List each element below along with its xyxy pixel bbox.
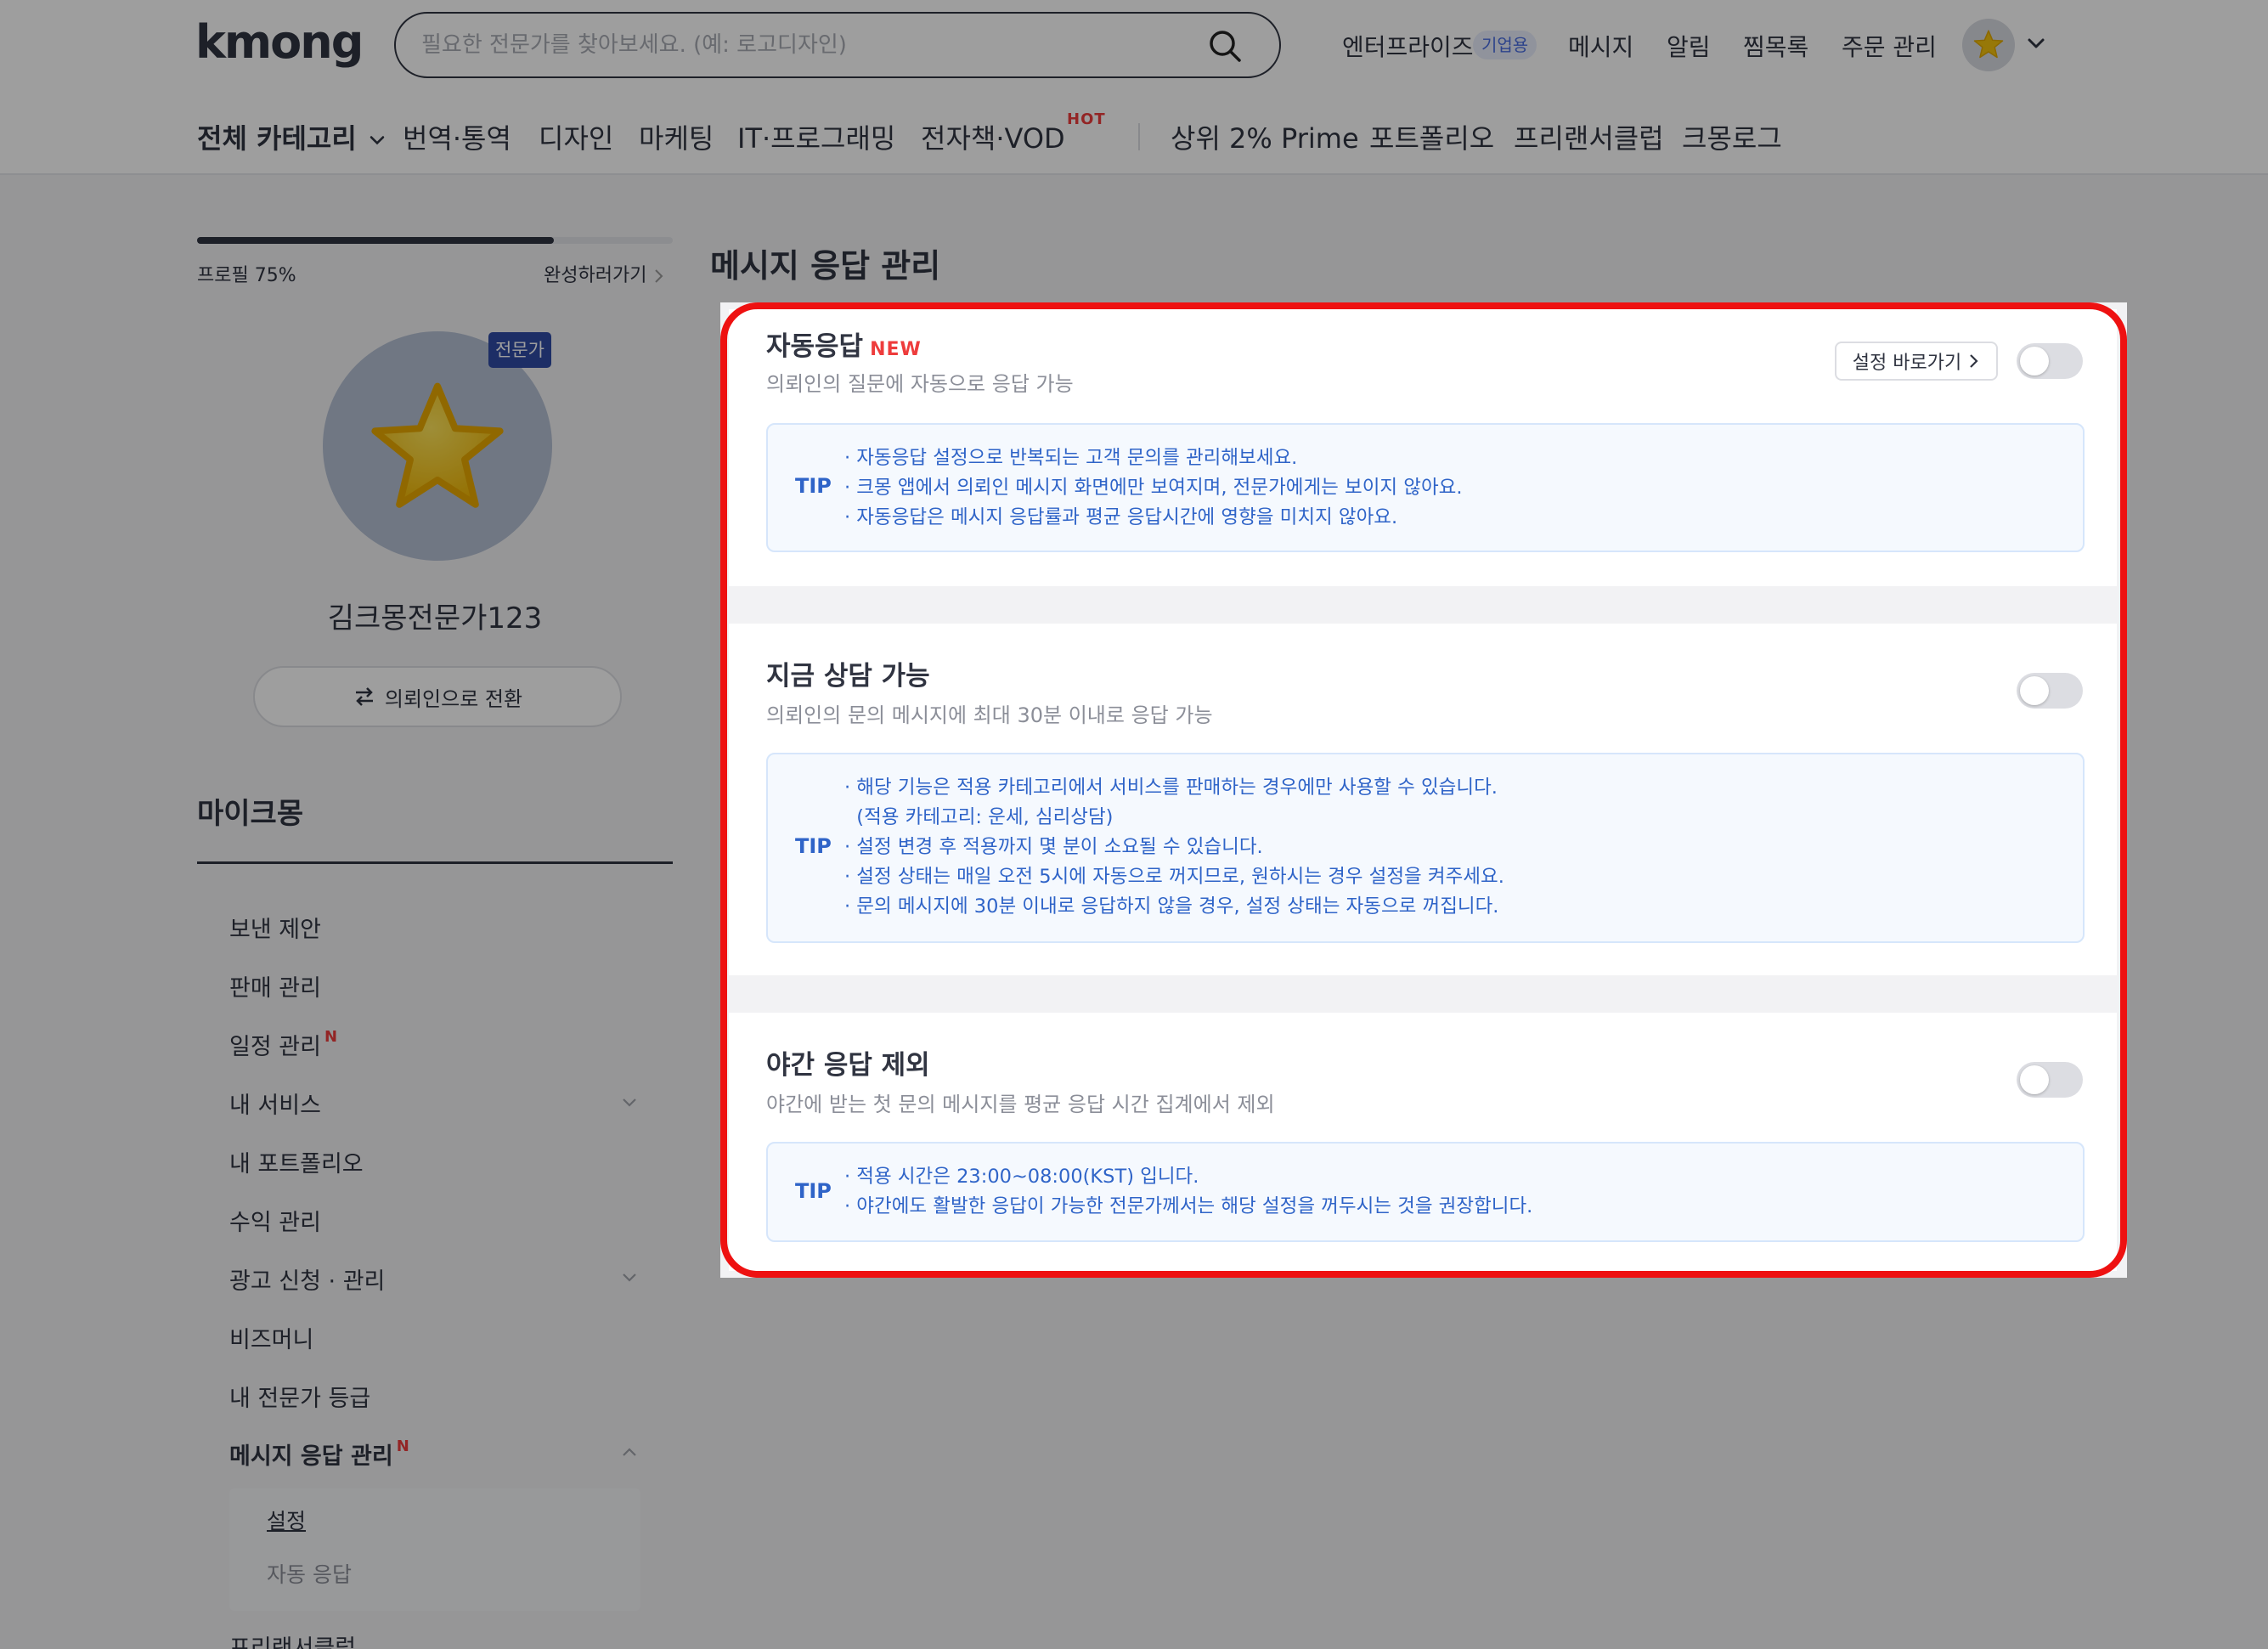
settings-shortcut-label: 설정 바로가기 <box>1852 353 1962 374</box>
hot-badge: HOT <box>1067 110 1106 128</box>
tip-line: · 설정 상태는 매일 오전 5시에 자동으로 꺼지므로, 원하시는 경우 설정… <box>844 866 1504 888</box>
enterprise-badge: 기업용 <box>1473 31 1537 59</box>
tip-line: · 자동응답 설정으로 반복되는 고객 문의를 관리해보세요. <box>844 447 1298 469</box>
menu-message[interactable]: 메시지 <box>1568 29 1633 63</box>
tip-line: (적용 카테고리: 운세, 심리상담) <box>844 806 1114 828</box>
tip-line: · 자동응답은 메시지 응답률과 평균 응답시간에 영향을 미치지 않아요. <box>844 506 1398 528</box>
tip-line: · 해당 기능은 적용 카테고리에서 서비스를 판매하는 경우에만 사용할 수 … <box>844 776 1498 799</box>
tip-lines: · 자동응답 설정으로 반복되는 고객 문의를 관리해보세요. · 크몽 앱에서… <box>844 443 1463 533</box>
complete-profile-link[interactable]: 완성하러가기 <box>544 260 666 287</box>
nav-kmong-log[interactable]: 크몽로그 <box>1682 117 1782 156</box>
section-description: 의뢰인의 질문에 자동으로 응답 가능 <box>766 372 1074 396</box>
sidebar-item-sent-proposals[interactable]: 보낸 제안 <box>229 911 321 944</box>
tip-line: · 야간에도 활발한 응답이 가능한 전문가께서는 해당 설정을 꺼두시는 것을… <box>844 1195 1533 1217</box>
sidebar-item-freelancer-club[interactable]: 프리랜서클럽 <box>229 1629 356 1649</box>
section-description: 야간에 받는 첫 문의 메시지를 평균 응답 시간 집계에서 제외 <box>766 1093 1275 1116</box>
sidebar-item-ads[interactable]: 광고 신청 · 관리 <box>229 1262 385 1296</box>
toggle-knob <box>2020 676 2049 705</box>
search-icon[interactable] <box>1206 27 1244 65</box>
sidebar-item-message-management[interactable]: 메시지 응답 관리 N <box>229 1437 409 1471</box>
switch-label: 의뢰인으로 전환 <box>384 686 523 711</box>
sidebar-subitem-settings[interactable]: 설정 <box>267 1505 306 1535</box>
available-now-section: 지금 상담 가능 의뢰인의 문의 메시지에 최대 30분 이내로 응답 가능 T… <box>729 624 2117 975</box>
sidebar-item-grade[interactable]: 내 전문가 등급 <box>229 1380 370 1413</box>
switch-to-client-button[interactable]: 의뢰인으로 전환 <box>253 666 622 727</box>
sidebar-item-services[interactable]: 내 서비스 <box>229 1087 321 1120</box>
section-title: 지금 상담 가능 <box>766 661 930 692</box>
nav-prime[interactable]: 상위 2% Prime <box>1171 117 1359 156</box>
my-kmong-title: 마이크몽 <box>197 797 304 831</box>
sidebar-item-revenue[interactable]: 수익 관리 <box>229 1204 321 1237</box>
menu-orders[interactable]: 주문 관리 <box>1842 29 1937 63</box>
tip-label: TIP <box>795 1179 832 1203</box>
sidebar-item-sales[interactable]: 판매 관리 <box>229 969 321 1002</box>
menu-alarm[interactable]: 알림 <box>1667 29 1711 63</box>
expert-badge: 전문가 <box>488 332 551 368</box>
section-title: 야간 응답 제외 <box>766 1050 930 1081</box>
search-input[interactable] <box>421 27 1186 63</box>
tip-lines: · 해당 기능은 적용 카테고리에서 서비스를 판매하는 경우에만 사용할 수 … <box>844 773 1504 922</box>
night-exclusion-section: 야간 응답 제외 야간에 받는 첫 문의 메시지를 평균 응답 시간 집계에서 … <box>729 1013 2117 1271</box>
star-avatar-icon <box>1973 30 2004 59</box>
sidebar-item-bizmoney[interactable]: 비즈머니 <box>229 1321 313 1354</box>
tip-line: · 크몽 앱에서 의뢰인 메시지 화면에만 보여지며, 전문가에게는 보이지 않… <box>844 477 1463 499</box>
new-dot-badge: N <box>396 1437 409 1455</box>
chevron-right-icon <box>655 269 663 283</box>
tip-box: TIP · 자동응답 설정으로 반복되는 고객 문의를 관리해보세요. · 크몽… <box>766 423 2085 552</box>
swap-icon <box>355 687 373 706</box>
chevron-down-icon <box>370 136 385 145</box>
page-title: 메시지 응답 관리 <box>710 247 941 285</box>
nav-marketing[interactable]: 마케팅 <box>639 117 714 156</box>
tip-label: TIP <box>795 834 832 858</box>
chevron-up-icon[interactable] <box>618 1442 640 1464</box>
section-title: 자동응답 NEW <box>766 331 922 362</box>
nav-all-categories[interactable]: 전체 카테고리 <box>197 117 388 156</box>
nav-ebook[interactable]: 전자책·VOD <box>921 117 1065 156</box>
nav-divider <box>1138 123 1140 150</box>
tip-line: · 문의 메시지에 30분 이내로 응답하지 않을 경우, 설정 상태는 자동으… <box>844 895 1499 918</box>
menu-wishlist[interactable]: 찜목록 <box>1743 29 1808 63</box>
chevron-right-icon <box>1970 354 1978 368</box>
search-bar[interactable] <box>394 12 1281 78</box>
sidebar-divider <box>197 861 673 864</box>
section-description: 의뢰인의 문의 메시지에 최대 30분 이내로 응답 가능 <box>766 703 1213 727</box>
toggle-knob <box>2020 1065 2049 1094</box>
header: kmong 엔터프라이즈 기업용 메시지 알림 찜목록 주문 관리 전체 카테고… <box>0 0 2268 175</box>
sidebar-item-schedule[interactable]: 일정 관리 N <box>229 1028 337 1061</box>
dim-overlay <box>2127 302 2268 1278</box>
tip-line: · 적용 시간은 23:00~08:00(KST) 입니다. <box>844 1166 1199 1188</box>
user-avatar[interactable] <box>1962 19 2015 71</box>
nav-translation[interactable]: 번역·통역 <box>403 117 511 156</box>
star-avatar-icon <box>371 382 504 508</box>
tip-label: TIP <box>795 474 832 498</box>
profile-progress-fill <box>197 237 554 244</box>
chevron-down-icon[interactable] <box>618 1266 640 1288</box>
tip-lines: · 적용 시간은 23:00~08:00(KST) 입니다. · 야간에도 활발… <box>844 1162 1532 1222</box>
tip-box: TIP · 해당 기능은 적용 카테고리에서 서비스를 판매하는 경우에만 사용… <box>766 753 2085 943</box>
toggle-knob <box>2020 347 2049 376</box>
menu-enterprise[interactable]: 엔터프라이즈 <box>1342 29 1474 63</box>
nav-design[interactable]: 디자인 <box>539 117 613 156</box>
sidebar-subitem-auto-reply[interactable]: 자동 응답 <box>267 1558 352 1589</box>
night-exclusion-toggle[interactable] <box>2017 1062 2083 1098</box>
profile-progress-bar <box>197 237 673 244</box>
nav-portfolio[interactable]: 포트폴리오 <box>1369 117 1494 156</box>
tip-box: TIP · 적용 시간은 23:00~08:00(KST) 입니다. · 야간에… <box>766 1142 2085 1242</box>
chevron-down-icon[interactable] <box>618 1091 640 1113</box>
tip-line: · 설정 변경 후 적용까지 몇 분이 소요될 수 있습니다. <box>844 836 1263 858</box>
nav-it[interactable]: IT·프로그래밍 <box>737 117 895 156</box>
chevron-down-icon[interactable] <box>2023 31 2049 56</box>
auto-reply-toggle[interactable] <box>2017 343 2083 379</box>
new-badge: NEW <box>870 339 922 360</box>
sidebar-item-portfolio[interactable]: 내 포트폴리오 <box>229 1145 364 1178</box>
username: 김크몽전문가123 <box>327 601 543 635</box>
available-now-toggle[interactable] <box>2017 673 2083 709</box>
profile-percent: 프로필 75% <box>197 265 296 286</box>
kmong-logo[interactable]: kmong <box>195 15 364 69</box>
settings-shortcut-button[interactable]: 설정 바로가기 <box>1835 342 1998 381</box>
new-dot-badge: N <box>324 1028 338 1046</box>
auto-reply-section: 자동응답 NEW 의뢰인의 질문에 자동으로 응답 가능 설정 바로가기 TIP … <box>729 309 2117 586</box>
nav-freelancer-club[interactable]: 프리랜서클럽 <box>1514 117 1664 156</box>
